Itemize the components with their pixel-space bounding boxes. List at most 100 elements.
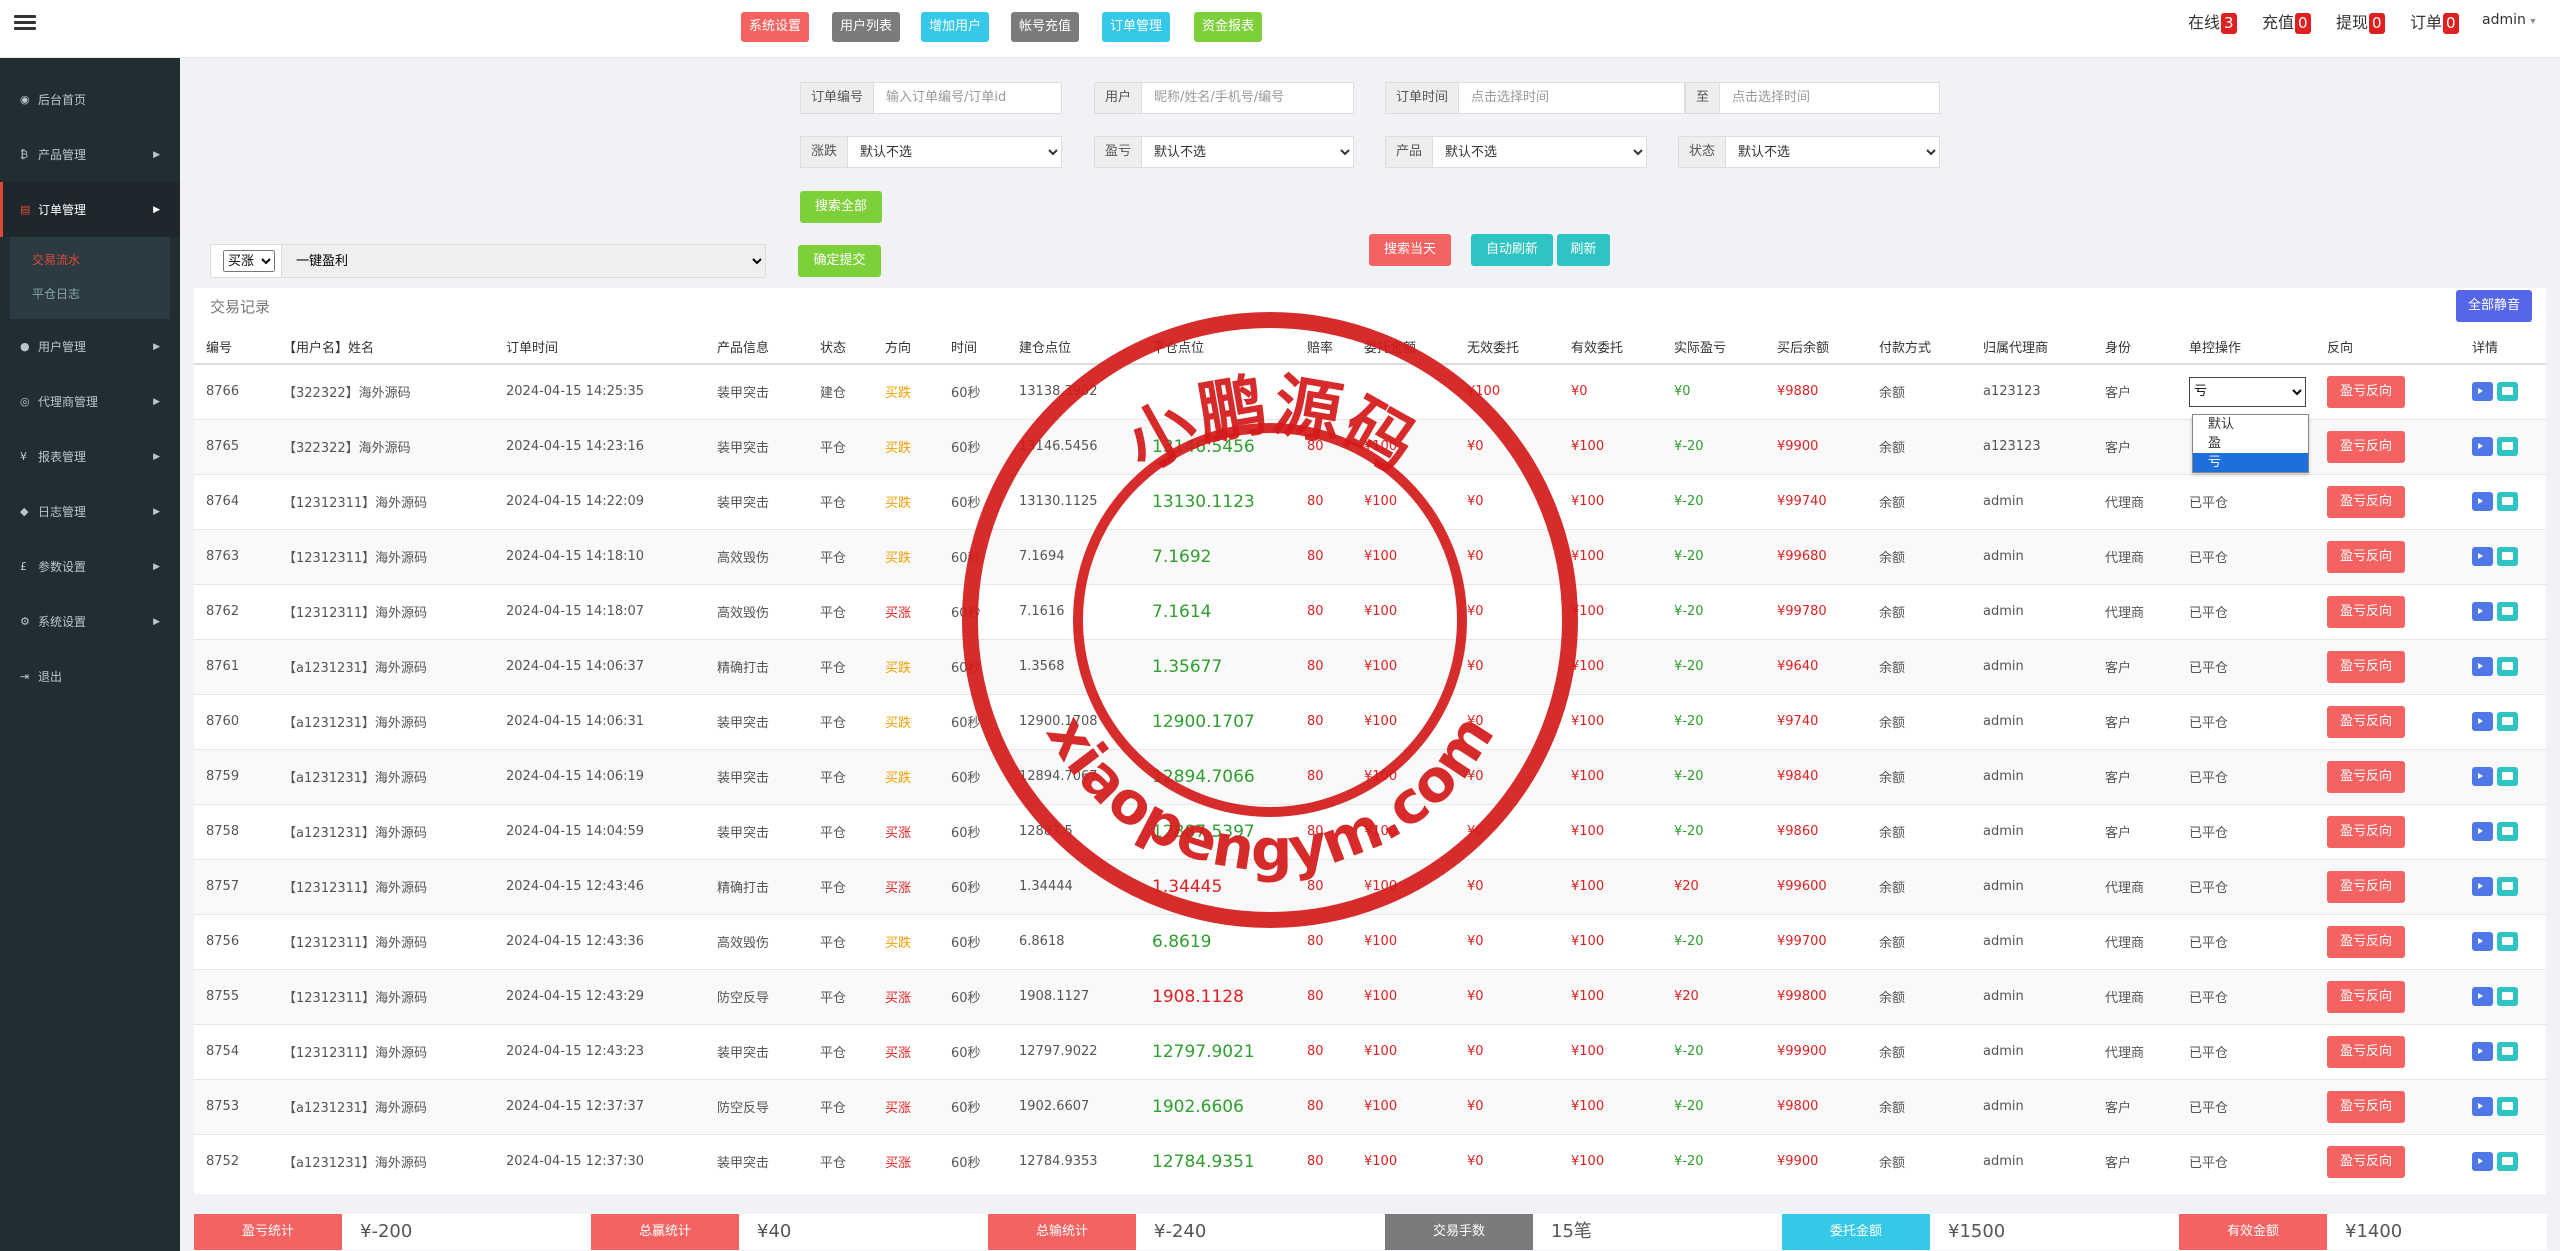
sidebar-item-params[interactable]: £ 参数设置 ▶ — [0, 539, 180, 594]
bulk-action-select[interactable]: 一键盈利 — [281, 245, 765, 277]
search-today-button[interactable]: 搜索当天 — [1369, 234, 1451, 266]
reverse-button[interactable]: 盈亏反向 — [2327, 980, 2406, 1013]
sidebar-item-dashboard[interactable]: ◉ 后台首页 — [0, 72, 180, 127]
details-icon[interactable] — [2497, 602, 2518, 621]
account-recharge-button[interactable]: 帐号充值 — [1011, 12, 1080, 42]
dropdown-option-loss[interactable]: 亏 — [2193, 453, 2308, 472]
chevron-right-icon: ▶ — [153, 341, 160, 352]
admin-user-menu[interactable]: admin ▾ — [2482, 12, 2535, 28]
stat-value: ¥1400 — [2327, 1214, 2547, 1250]
reverse-button[interactable]: 盈亏反向 — [2327, 925, 2406, 958]
add-user-button[interactable]: 增加用户 — [921, 12, 990, 42]
reverse-button[interactable]: 盈亏反向 — [2327, 705, 2406, 738]
recharge-count[interactable]: 充值 0 — [2262, 10, 2311, 36]
sidebar-item-reports[interactable]: ¥ 报表管理 ▶ — [0, 429, 180, 484]
product-select[interactable]: 默认不选 — [1433, 137, 1646, 167]
reverse-button[interactable]: 盈亏反向 — [2327, 1035, 2406, 1068]
details-icon[interactable] — [2497, 877, 2518, 896]
duration: 60秒 — [939, 858, 1007, 914]
control-select[interactable]: 亏 — [2189, 376, 2306, 407]
details-icon[interactable] — [2497, 657, 2518, 676]
sound-icon[interactable] — [2472, 1042, 2493, 1061]
details-icon[interactable] — [2497, 1097, 2518, 1116]
sound-icon[interactable] — [2472, 1152, 2493, 1172]
details-icon[interactable] — [2497, 1042, 2518, 1061]
user-input[interactable]: 昵称/姓名/手机号/编号 — [1142, 83, 1353, 113]
details-icon[interactable] — [2497, 437, 2518, 456]
sound-icon[interactable] — [2472, 382, 2493, 402]
reverse-button[interactable]: 盈亏反向 — [2327, 1090, 2406, 1123]
details-icon[interactable] — [2497, 712, 2518, 731]
details-icon[interactable] — [2497, 382, 2518, 402]
order-time-end-input[interactable]: 点击选择时间 — [1720, 83, 1939, 113]
reverse-button[interactable]: 盈亏反向 — [2327, 375, 2406, 408]
order-id: 8755 — [194, 968, 271, 1024]
details-icon[interactable] — [2497, 932, 2518, 951]
details-icon[interactable] — [2497, 1152, 2518, 1172]
sidebar-item-agents[interactable]: ◎ 代理商管理 ▶ — [0, 374, 180, 429]
order-no-input[interactable]: 输入订单编号/订单id — [874, 83, 1061, 113]
details-icon[interactable] — [2497, 492, 2518, 511]
sound-icon[interactable] — [2472, 822, 2493, 841]
withdraw-count[interactable]: 提现 0 — [2336, 10, 2385, 36]
control-dropdown-list[interactable]: 默认 盈 亏 — [2192, 414, 2309, 473]
duration: 60秒 — [939, 473, 1007, 529]
profit-select[interactable]: 默认不选 — [1142, 137, 1353, 167]
reverse-button[interactable]: 盈亏反向 — [2327, 815, 2406, 848]
sound-icon[interactable] — [2472, 932, 2493, 951]
online-count[interactable]: 在线 3 — [2188, 10, 2237, 36]
confirm-submit-button[interactable]: 确定提交 — [798, 245, 881, 277]
sound-icon[interactable] — [2472, 712, 2493, 731]
sidebar-item-orders[interactable]: ▤ 订单管理 ▶ — [0, 182, 180, 237]
reverse-button[interactable]: 盈亏反向 — [2327, 870, 2406, 903]
status-select[interactable]: 默认不选 — [1726, 137, 1939, 167]
dropdown-option-profit[interactable]: 盈 — [2193, 434, 2308, 453]
mute-all-button[interactable]: 全部静音 — [2456, 290, 2532, 322]
reverse-cell: 盈亏反向 — [2315, 363, 2460, 419]
details-icon[interactable] — [2497, 987, 2518, 1006]
reverse-button[interactable]: 盈亏反向 — [2327, 540, 2406, 573]
rise-fall-select[interactable]: 默认不选 — [848, 137, 1061, 167]
reverse-button[interactable]: 盈亏反向 — [2327, 430, 2406, 463]
sidebar-item-logs[interactable]: ◆ 日志管理 ▶ — [0, 484, 180, 539]
duration: 60秒 — [939, 418, 1007, 474]
sound-icon[interactable] — [2472, 767, 2493, 786]
sidebar-subitem-trade-flow[interactable]: 交易流水 — [32, 243, 170, 277]
sound-icon[interactable] — [2472, 877, 2493, 896]
refresh-button[interactable]: 刷新 — [1557, 234, 1610, 266]
sound-icon[interactable] — [2472, 547, 2493, 566]
details-icon[interactable] — [2497, 547, 2518, 566]
menu-toggle-icon[interactable] — [14, 12, 36, 32]
order-management-button[interactable]: 订单管理 — [1102, 12, 1171, 42]
sound-icon[interactable] — [2472, 492, 2493, 511]
order-count[interactable]: 订单 0 — [2410, 10, 2459, 36]
system-settings-button[interactable]: 系统设置 — [741, 12, 810, 42]
order-time-start-input[interactable]: 点击选择时间 — [1459, 83, 1684, 113]
column-header: 状态 — [808, 330, 873, 365]
sidebar-item-users[interactable]: ● 用户管理 ▶ — [0, 319, 180, 374]
auto-refresh-button[interactable]: 自动刷新 — [1471, 234, 1553, 266]
details-icon[interactable] — [2497, 767, 2518, 786]
sidebar-subitem-close-log[interactable]: 平仓日志 — [32, 277, 170, 311]
sound-icon[interactable] — [2472, 437, 2493, 456]
bulk-direction-select[interactable]: 买涨 — [223, 250, 275, 272]
reverse-button[interactable]: 盈亏反向 — [2327, 1145, 2406, 1178]
sidebar-item-logout[interactable]: ⇥ 退出 — [0, 649, 180, 704]
reverse-button[interactable]: 盈亏反向 — [2327, 595, 2406, 628]
reverse-button[interactable]: 盈亏反向 — [2327, 650, 2406, 683]
sound-icon[interactable] — [2472, 987, 2493, 1006]
sidebar-item-products[interactable]: ₿ 产品管理 ▶ — [0, 127, 180, 182]
dropdown-option-default[interactable]: 默认 — [2193, 415, 2308, 434]
search-all-button[interactable]: 搜索全部 — [800, 191, 882, 223]
column-header: 身份 — [2093, 330, 2177, 365]
sound-icon[interactable] — [2472, 602, 2493, 621]
sidebar-item-system[interactable]: ⚙ 系统设置 ▶ — [0, 594, 180, 649]
sound-icon[interactable] — [2472, 1097, 2493, 1116]
column-header: 买后余额 — [1765, 330, 1867, 365]
details-icon[interactable] — [2497, 822, 2518, 841]
fund-report-button[interactable]: 资金报表 — [1194, 12, 1263, 42]
reverse-button[interactable]: 盈亏反向 — [2327, 760, 2406, 793]
sound-icon[interactable] — [2472, 657, 2493, 676]
user-list-button[interactable]: 用户列表 — [832, 12, 901, 42]
reverse-button[interactable]: 盈亏反向 — [2327, 485, 2406, 518]
